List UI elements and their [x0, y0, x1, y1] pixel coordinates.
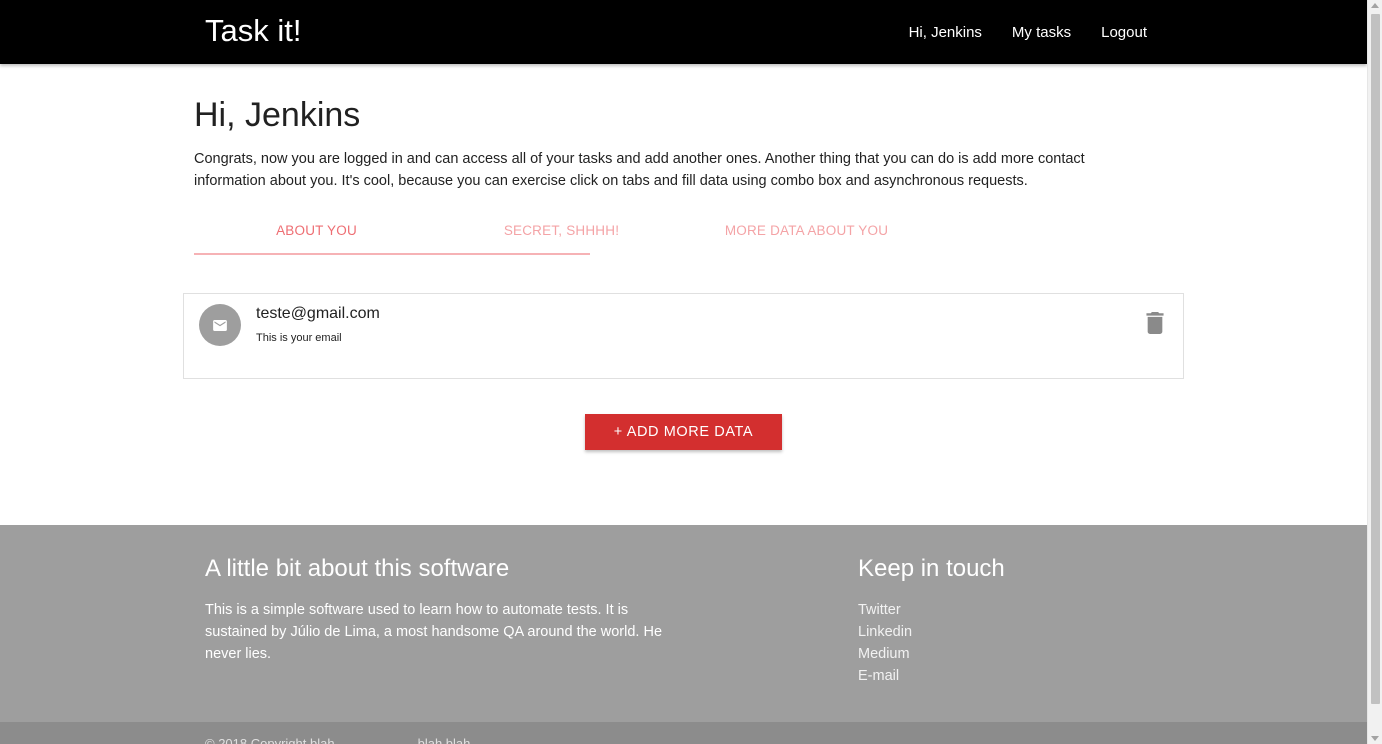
intro-text: Congrats, now you are logged in and can …: [194, 151, 1085, 189]
footer-about-text: This is a simple software used to learn …: [205, 602, 663, 662]
navbar: Task it! Hi, Jenkins My tasks Logout: [0, 0, 1367, 64]
footer-link-linkedin[interactable]: Linkedin: [858, 621, 912, 643]
footer-contact-heading: Keep in touch: [858, 555, 1005, 582]
email-avatar: [199, 304, 241, 346]
contact-item: teste@gmail.com This is your email: [183, 293, 1184, 379]
tab-indicator: [194, 253, 590, 255]
footer-links: Twitter Linkedin Medium E-mail: [858, 599, 912, 687]
page-title: Hi, Jenkins: [194, 96, 361, 134]
nav-link-greeting[interactable]: Hi, Jenkins: [909, 24, 982, 41]
scroll-down-icon[interactable]: [1371, 736, 1379, 741]
scroll-thumb[interactable]: [1371, 14, 1380, 704]
footer-link-medium[interactable]: Medium: [858, 643, 912, 665]
scroll-up-icon[interactable]: [1371, 3, 1379, 8]
tab-secret[interactable]: SECRET, SHHHH!: [439, 214, 684, 254]
brand-logo[interactable]: Task it!: [205, 12, 301, 50]
footer-link-twitter[interactable]: Twitter: [858, 599, 912, 621]
tabs: ABOUT YOU SECRET, SHHHH! MORE DATA ABOUT…: [194, 214, 928, 256]
nav-link-logout[interactable]: Logout: [1101, 24, 1147, 41]
footer: A little bit about this software This is…: [0, 525, 1367, 744]
footer-link-email[interactable]: E-mail: [858, 665, 912, 687]
nav-link-my-tasks[interactable]: My tasks: [1012, 24, 1071, 41]
tab-more-data[interactable]: MORE DATA ABOUT YOU: [684, 214, 929, 254]
page: Task it! Hi, Jenkins My tasks Logout Hi,…: [0, 0, 1367, 744]
add-more-data-button[interactable]: + ADD MORE DATA: [585, 414, 782, 450]
delete-icon[interactable]: [1145, 312, 1165, 334]
tab-about-you[interactable]: ABOUT YOU: [194, 214, 439, 254]
contact-item-subtitle: This is your email: [256, 332, 342, 344]
copyright-text: © 2018 Copyright blah...................…: [205, 736, 482, 744]
copyright-bar: © 2018 Copyright blah...................…: [0, 722, 1367, 744]
email-icon: [213, 319, 227, 331]
footer-about-heading: A little bit about this software: [205, 555, 510, 582]
vertical-scrollbar[interactable]: [1367, 0, 1382, 744]
contact-item-title: teste@gmail.com: [256, 305, 380, 322]
nav-links: Hi, Jenkins My tasks Logout: [879, 0, 1147, 64]
